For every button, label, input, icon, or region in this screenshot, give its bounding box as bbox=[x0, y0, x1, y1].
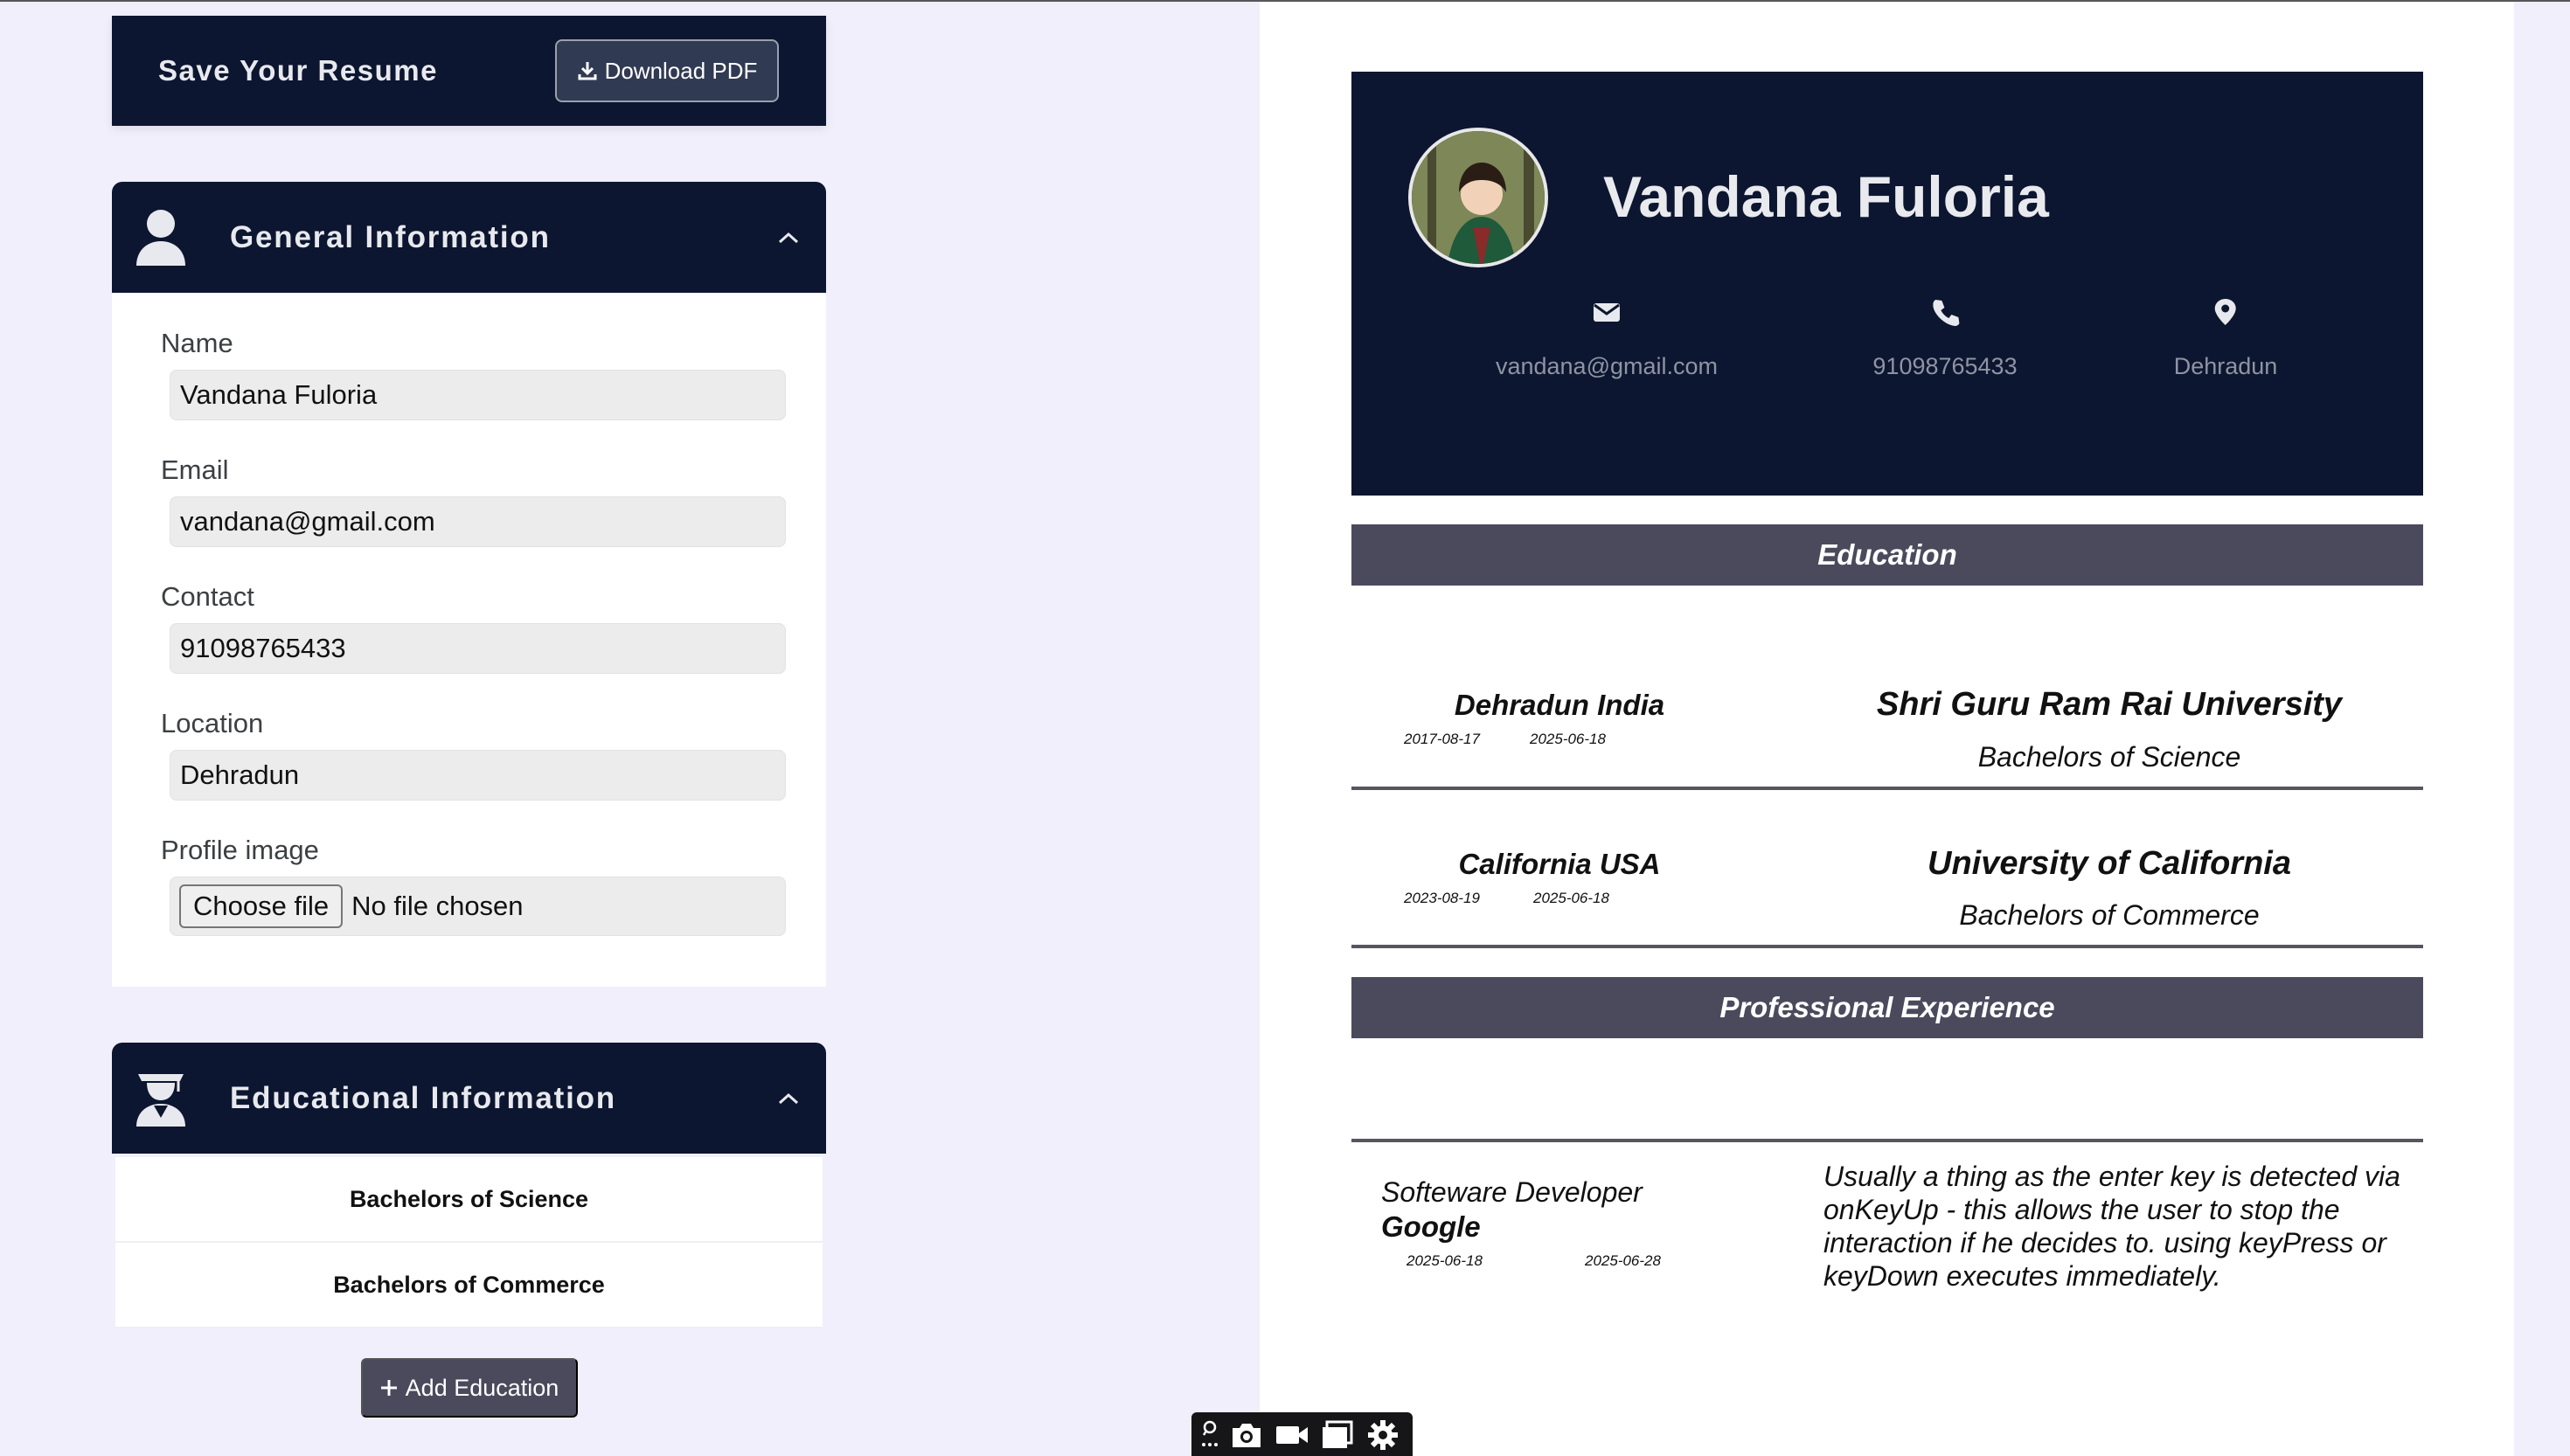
contact-label: Contact bbox=[161, 581, 254, 612]
experience-end-date: 2025-06-28 bbox=[1585, 1252, 1661, 1269]
general-information-section: General Information Name Vandana Fuloria… bbox=[112, 182, 826, 987]
resume-email-text: vandana@gmail.com bbox=[1495, 353, 1719, 379]
phone-icon bbox=[1930, 297, 1960, 327]
resume-phone: 91098765433 bbox=[1872, 297, 2018, 380]
save-resume-title: Save Your Resume bbox=[158, 54, 438, 87]
general-information-form: Name Vandana Fuloria Email vandana@gmail… bbox=[112, 293, 826, 987]
gear-icon[interactable] bbox=[1365, 1418, 1401, 1452]
add-education-label: Add Education bbox=[405, 1374, 559, 1401]
education-school: Shri Guru Ram Rai University bbox=[1876, 686, 2343, 723]
experience-company: Google bbox=[1381, 1210, 1481, 1243]
video-camera-icon[interactable] bbox=[1274, 1418, 1310, 1452]
experience-title: Softeware Developer bbox=[1381, 1176, 1643, 1208]
resume-header: Vandana Fuloria vandana@gmail.com 910987… bbox=[1351, 72, 2423, 496]
download-pdf-label: Download PDF bbox=[604, 57, 758, 84]
education-heading: Education bbox=[1351, 524, 2423, 586]
file-status: No file chosen bbox=[351, 891, 524, 921]
profile-image-file-input: Choose file No file chosen bbox=[170, 877, 786, 936]
education-end-date: 2025-06-18 bbox=[1530, 731, 1606, 747]
education-location: Dehradun India bbox=[1454, 689, 1665, 721]
contact-input[interactable]: 91098765433 bbox=[170, 623, 786, 674]
email-input[interactable]: vandana@gmail.com bbox=[170, 496, 786, 547]
divider bbox=[1351, 787, 2423, 790]
choose-file-button[interactable]: Choose file bbox=[179, 884, 344, 928]
name-label: Name bbox=[161, 328, 233, 358]
location-pin-icon bbox=[2211, 297, 2240, 327]
divider bbox=[1351, 945, 2423, 948]
education-location: California USA bbox=[1458, 848, 1661, 880]
education-start-date: 2023-08-19 bbox=[1404, 890, 1480, 906]
education-end-date: 2025-06-18 bbox=[1533, 890, 1609, 906]
chevron-up-icon[interactable] bbox=[777, 1092, 800, 1106]
educational-information-header[interactable]: Educational Information bbox=[112, 1043, 826, 1154]
capture-toolbar bbox=[1191, 1412, 1413, 1456]
experience-heading: Professional Experience bbox=[1351, 977, 2423, 1038]
experience-start-date: 2025-06-18 bbox=[1407, 1252, 1483, 1269]
profile-image-label: Profile image bbox=[161, 835, 319, 865]
user-icon bbox=[133, 208, 189, 267]
experience-description: Usually a thing as the enter key is dete… bbox=[1823, 1161, 2400, 1292]
windows-icon[interactable] bbox=[1319, 1418, 1356, 1452]
resume-preview: Vandana Fuloria vandana@gmail.com 910987… bbox=[1260, 2, 2514, 1456]
resume-name: Vandana Fuloria bbox=[1603, 164, 2049, 229]
divider bbox=[1351, 1139, 2423, 1142]
name-input[interactable]: Vandana Fuloria bbox=[170, 370, 786, 420]
email-label: Email bbox=[161, 454, 229, 485]
plus-icon bbox=[379, 1378, 399, 1397]
download-icon bbox=[577, 60, 598, 81]
location-label: Location bbox=[161, 708, 264, 738]
resume-location: Dehradun bbox=[2173, 297, 2278, 380]
general-information-title: General Information bbox=[230, 219, 551, 254]
resume-location-text: Dehradun bbox=[2173, 353, 2278, 379]
resume-phone-text: 91098765433 bbox=[1872, 353, 2018, 379]
grab-icon[interactable] bbox=[1200, 1418, 1219, 1452]
save-resume-card: Save Your Resume Download PDF bbox=[112, 16, 826, 126]
education-start-date: 2017-08-17 bbox=[1404, 731, 1480, 747]
add-education-button[interactable]: Add Education bbox=[360, 1358, 578, 1418]
education-list-item[interactable]: Bachelors of Science bbox=[115, 1157, 823, 1243]
chevron-up-icon[interactable] bbox=[777, 231, 800, 245]
education-degree: Bachelors of Commerce bbox=[1959, 899, 2260, 931]
educational-information-title: Educational Information bbox=[230, 1080, 616, 1115]
resume-email: vandana@gmail.com bbox=[1496, 297, 1718, 380]
resume-editor: Save Your Resume Download PDF General In… bbox=[112, 16, 826, 1418]
graduate-icon bbox=[133, 1069, 189, 1128]
envelope-icon bbox=[1592, 297, 1622, 327]
education-degree: Bachelors of Science bbox=[1977, 741, 2241, 773]
location-input[interactable]: Dehradun bbox=[170, 750, 786, 801]
camera-icon[interactable] bbox=[1228, 1418, 1265, 1452]
general-information-header[interactable]: General Information bbox=[112, 182, 826, 293]
educational-information-section: Educational Information Bachelors of Sci… bbox=[112, 1043, 826, 1418]
education-school: University of California bbox=[1928, 845, 2291, 882]
download-pdf-button[interactable]: Download PDF bbox=[555, 39, 779, 102]
education-list-item[interactable]: Bachelors of Commerce bbox=[115, 1243, 823, 1328]
avatar bbox=[1408, 128, 1548, 267]
